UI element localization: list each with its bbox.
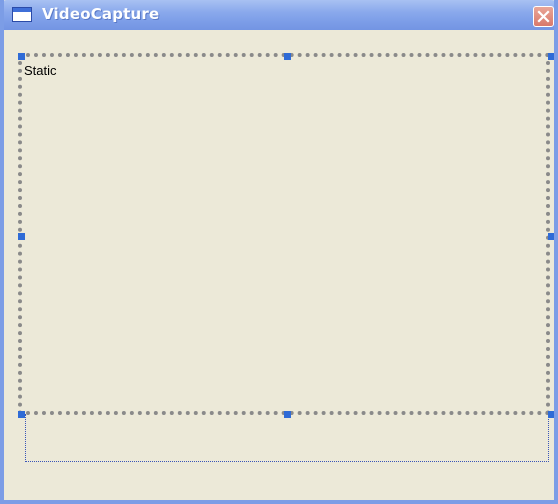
resize-handle-top[interactable] [284, 53, 291, 60]
dialog-bounds-outline [25, 414, 549, 462]
resize-handle-right[interactable] [548, 233, 554, 240]
resize-handle-top-right[interactable] [548, 53, 554, 60]
resize-handle-bottom[interactable] [284, 411, 291, 418]
static-label: Static [24, 63, 57, 78]
window-icon [12, 7, 32, 22]
resize-handle-top-left[interactable] [18, 53, 25, 60]
resize-handle-left[interactable] [18, 233, 25, 240]
close-button[interactable] [533, 6, 554, 27]
title-bar[interactable]: VideoCapture [4, 0, 554, 30]
resize-handle-bottom-right[interactable] [548, 411, 554, 418]
window-title: VideoCapture [42, 5, 160, 23]
resize-handle-bottom-left[interactable] [18, 411, 25, 418]
close-icon [537, 10, 550, 23]
static-control[interactable] [18, 53, 550, 415]
